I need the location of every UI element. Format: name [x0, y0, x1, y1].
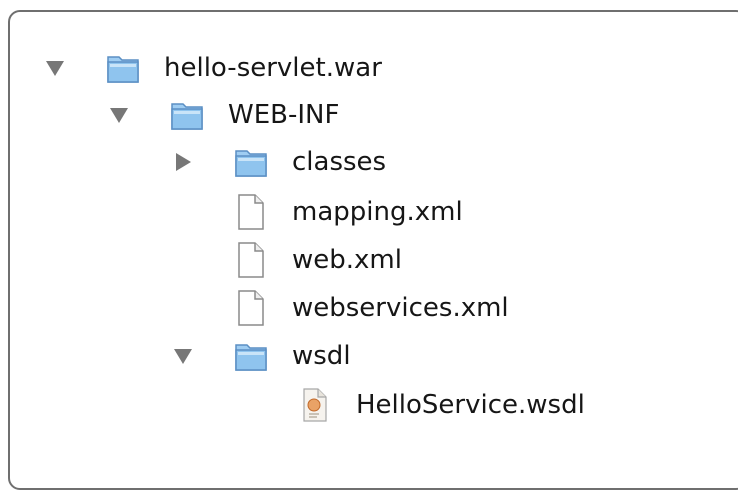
tree-row-webservices-xml[interactable]: webservices.xml — [172, 285, 509, 331]
tree-row-hello-servlet-war[interactable]: hello-servlet.war — [44, 45, 382, 91]
tree-row-wsdl[interactable]: wsdl — [172, 333, 351, 379]
tree-row-web-xml[interactable]: web.xml — [172, 237, 402, 283]
tree-item-label: WEB-INF — [228, 100, 340, 130]
document-icon — [234, 241, 268, 279]
tree-item-label: web.xml — [292, 245, 402, 275]
disclosure-down-icon[interactable] — [172, 345, 194, 367]
document-icon — [234, 193, 268, 231]
document-icon — [234, 289, 268, 327]
tree-item-label: classes — [292, 147, 387, 177]
tree-row-classes[interactable]: classes — [172, 139, 386, 185]
folder-icon — [234, 337, 268, 375]
disclosure-right-icon[interactable] — [172, 151, 194, 173]
folder-icon — [234, 143, 268, 181]
tree-row-helloservice-wsdl[interactable]: HelloService.wsdl — [236, 382, 585, 428]
file-tree: hello-servlet.war WEB-INF classes mappin… — [0, 0, 738, 490]
tree-item-label: wsdl — [292, 341, 351, 371]
folder-icon — [170, 96, 204, 134]
tree-item-label: HelloService.wsdl — [356, 390, 585, 420]
wsdl-document-icon — [298, 386, 332, 424]
tree-row-mapping-xml[interactable]: mapping.xml — [172, 189, 463, 235]
tree-item-label: hello-servlet.war — [164, 53, 382, 83]
disclosure-down-icon[interactable] — [44, 57, 66, 79]
tree-item-label: mapping.xml — [292, 197, 463, 227]
tree-row-web-inf[interactable]: WEB-INF — [108, 92, 339, 138]
disclosure-down-icon[interactable] — [108, 104, 130, 126]
tree-item-label: webservices.xml — [292, 293, 509, 323]
folder-icon — [106, 49, 140, 87]
